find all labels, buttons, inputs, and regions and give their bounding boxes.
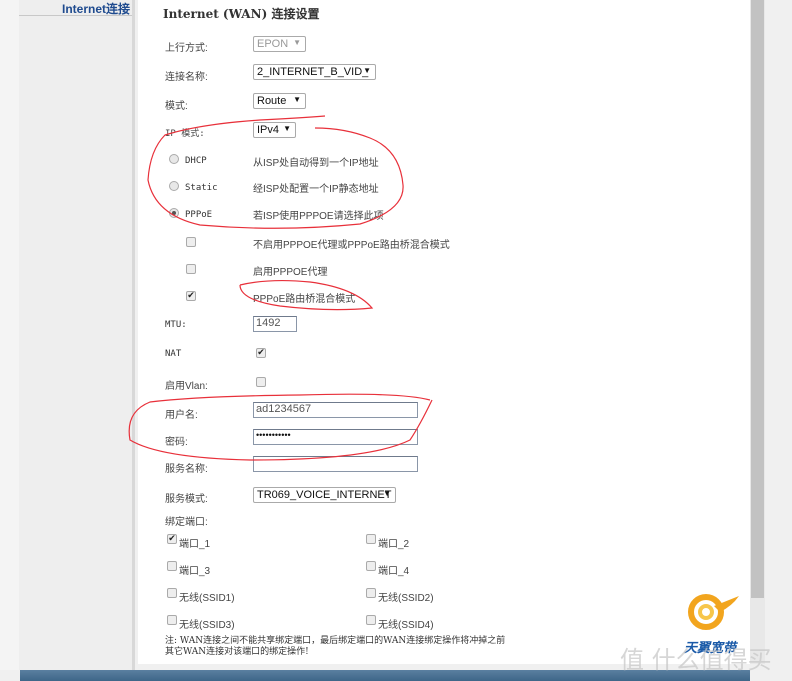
watermark: 值 什么值得买 bbox=[620, 646, 772, 674]
service-mode-value: TR069_VOICE_INTERNET bbox=[257, 489, 392, 501]
uplink-label: 上行方式: bbox=[165, 43, 208, 54]
main-panel bbox=[138, 0, 750, 664]
mode-select[interactable]: Route ▼ bbox=[253, 93, 306, 109]
mtu-input[interactable]: 1492 bbox=[253, 316, 297, 332]
scrollbar-thumb[interactable] bbox=[751, 0, 764, 598]
username-input[interactable]: ad1234567 bbox=[253, 402, 418, 418]
service-name-input[interactable] bbox=[253, 456, 418, 472]
bind-ports-label: 绑定端口: bbox=[165, 517, 208, 528]
password-label: 密码: bbox=[165, 437, 188, 448]
service-mode-label: 服务模式: bbox=[165, 494, 208, 505]
vlan-label: 启用Vlan: bbox=[165, 381, 208, 392]
nat-label: NAT bbox=[165, 349, 182, 359]
logo-swirl-icon bbox=[688, 594, 739, 630]
pppoe-desc: 若ISP使用PPPOE请选择此项 bbox=[253, 211, 384, 222]
ssid3-label: 无线(SSID3) bbox=[179, 620, 235, 631]
radio-dhcp[interactable] bbox=[169, 154, 179, 164]
static-label: Static bbox=[185, 183, 218, 193]
note-line-1: 注: WAN连接之间不能共享绑定端口，最后绑定端口的WAN连接绑定操作将冲掉之前 bbox=[165, 636, 506, 646]
conn-name-select[interactable]: 2_INTERNET_B_VID_ ▼ bbox=[253, 64, 376, 80]
conn-name-label: 连接名称: bbox=[165, 72, 208, 83]
ssid1-label: 无线(SSID1) bbox=[179, 593, 235, 604]
chevron-down-icon: ▼ bbox=[363, 66, 371, 75]
nat-checkbox[interactable]: ✔ bbox=[256, 348, 266, 358]
port-4-label: 端口_4 bbox=[378, 566, 410, 577]
mtu-label: MTU: bbox=[165, 320, 187, 330]
ssid1-checkbox[interactable] bbox=[167, 588, 177, 598]
service-mode-select[interactable]: TR069_VOICE_INTERNET ▼ bbox=[253, 487, 396, 503]
bind-note: 注: WAN连接之间不能共享绑定端口，最后绑定端口的WAN连接绑定操作将冲掉之前… bbox=[165, 636, 505, 658]
pppoe-proxy-label: 启用PPPOE代理 bbox=[253, 267, 328, 278]
checkbox-pppoe-proxy[interactable] bbox=[186, 264, 196, 274]
ip-mode-select[interactable]: IPv4 ▼ bbox=[253, 122, 296, 138]
checkbox-pppoe-bridge-mix[interactable]: ✔ bbox=[186, 291, 196, 301]
note-line-2: 其它WAN连接对该端口的绑定操作! bbox=[165, 647, 309, 657]
dhcp-desc: 从ISP处自动得到一个IP地址 bbox=[253, 158, 379, 169]
sidebar-item-internet[interactable]: Internet连接 bbox=[19, 0, 132, 16]
pppoe-bridge-mix-label: PPPoE路由桥混合模式 bbox=[253, 294, 356, 305]
port-4-checkbox[interactable] bbox=[366, 561, 376, 571]
ip-mode-value: IPv4 bbox=[257, 124, 280, 136]
ip-mode-label: IP 模式: bbox=[165, 129, 205, 139]
port-1-checkbox[interactable]: ✔ bbox=[167, 534, 177, 544]
username-label: 用户名: bbox=[165, 410, 198, 421]
page-title: Internet (WAN) 连接设置 bbox=[163, 7, 320, 21]
chevron-down-icon: ▼ bbox=[283, 124, 291, 133]
static-desc: 经ISP处配置一个IP静态地址 bbox=[253, 184, 379, 195]
vlan-checkbox[interactable] bbox=[256, 377, 266, 387]
password-input[interactable]: ••••••••••• bbox=[253, 429, 418, 445]
pppoe-label: PPPoE bbox=[185, 210, 213, 220]
ssid3-checkbox[interactable] bbox=[167, 615, 177, 625]
service-name-label: 服务名称: bbox=[165, 464, 208, 475]
mode-label: 模式: bbox=[165, 101, 188, 112]
ssid2-label: 无线(SSID2) bbox=[378, 593, 434, 604]
dhcp-label: DHCP bbox=[185, 156, 207, 166]
conn-name-value: 2_INTERNET_B_VID_ bbox=[257, 66, 369, 78]
chevron-down-icon: ▼ bbox=[293, 38, 301, 47]
ssid4-checkbox[interactable] bbox=[366, 615, 376, 625]
chevron-down-icon: ▼ bbox=[383, 489, 391, 498]
radio-static[interactable] bbox=[169, 181, 179, 191]
uplink-value: EPON bbox=[257, 38, 289, 50]
ssid4-label: 无线(SSID4) bbox=[378, 620, 434, 631]
sidebar-gutter bbox=[0, 0, 19, 670]
radio-pppoe[interactable] bbox=[169, 208, 179, 218]
port-2-checkbox[interactable] bbox=[366, 534, 376, 544]
no-pppoe-proxy-label: 不启用PPPOE代理或PPPoE路由桥混合模式 bbox=[253, 240, 450, 251]
ssid2-checkbox[interactable] bbox=[366, 588, 376, 598]
uplink-select[interactable]: EPON ▼ bbox=[253, 36, 306, 52]
sidebar: Internet连接 bbox=[0, 0, 135, 670]
port-3-label: 端口_3 bbox=[179, 566, 211, 577]
checkbox-no-pppoe-proxy[interactable] bbox=[186, 237, 196, 247]
port-3-checkbox[interactable] bbox=[167, 561, 177, 571]
chevron-down-icon: ▼ bbox=[293, 95, 301, 104]
port-1-label: 端口_1 bbox=[179, 539, 211, 550]
mode-value: Route bbox=[257, 95, 287, 107]
port-2-label: 端口_2 bbox=[378, 539, 410, 550]
